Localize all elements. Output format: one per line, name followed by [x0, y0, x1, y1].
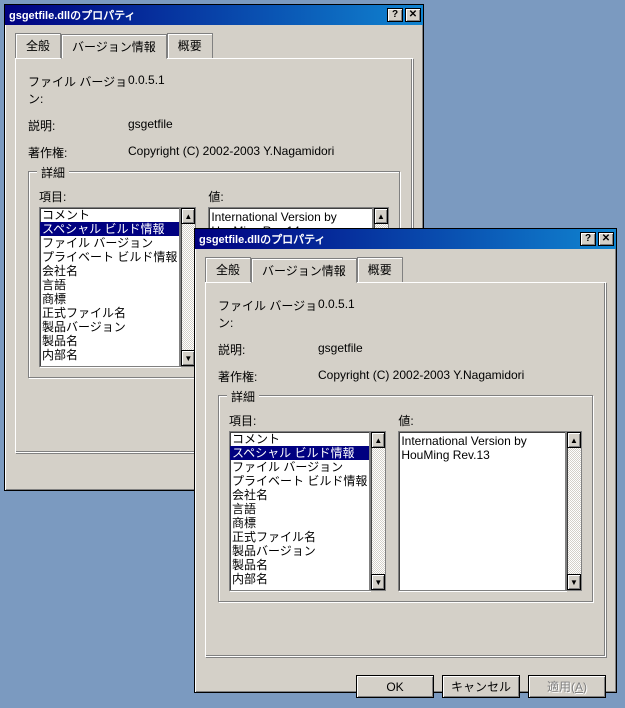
- list-item[interactable]: 商標: [230, 516, 369, 530]
- listbox-scrollbar[interactable]: ▲ ▼: [370, 431, 386, 591]
- list-item[interactable]: コメント: [230, 432, 369, 446]
- list-item[interactable]: 言語: [230, 502, 369, 516]
- list-item[interactable]: 製品名: [230, 558, 369, 572]
- tabstrip: 全般 バージョン情報 概要: [15, 33, 413, 58]
- apply-button[interactable]: 適用(A): [528, 675, 606, 698]
- close-button[interactable]: ✕: [405, 8, 421, 22]
- list-item[interactable]: 内部名: [230, 572, 369, 586]
- tab-version[interactable]: バージョン情報: [61, 34, 167, 59]
- description-value: gsgetfile: [318, 341, 593, 358]
- items-listbox[interactable]: コメントスペシャル ビルド情報ファイル バージョンプライベート ビルド情報会社名…: [39, 207, 180, 367]
- scroll-up-icon[interactable]: ▲: [567, 432, 581, 448]
- tab-general[interactable]: 全般: [15, 33, 61, 58]
- tab-general[interactable]: 全般: [205, 257, 251, 282]
- tab-summary[interactable]: 概要: [357, 257, 403, 282]
- items-label: 項目:: [39, 188, 196, 205]
- value-label: 値:: [398, 412, 582, 429]
- window-title: gsgetfile.dllのプロパティ: [7, 7, 385, 23]
- list-item[interactable]: プライベート ビルド情報: [230, 474, 369, 488]
- list-item[interactable]: 会社名: [230, 488, 369, 502]
- list-item[interactable]: 言語: [40, 278, 179, 292]
- details-legend: 詳細: [37, 164, 69, 181]
- window-title: gsgetfile.dllのプロパティ: [197, 231, 578, 247]
- list-item[interactable]: スペシャル ビルド情報: [40, 222, 179, 236]
- titlebar[interactable]: gsgetfile.dllのプロパティ ? ✕: [195, 229, 616, 249]
- properties-dialog-front: gsgetfile.dllのプロパティ ? ✕ 全般 バージョン情報 概要 ファ…: [194, 228, 617, 693]
- list-item[interactable]: 商標: [40, 292, 179, 306]
- scroll-up-icon[interactable]: ▲: [371, 432, 385, 448]
- list-item[interactable]: スペシャル ビルド情報: [230, 446, 369, 460]
- value-textarea[interactable]: International Version by HouMing Rev.13: [398, 431, 566, 591]
- list-item[interactable]: プライベート ビルド情報: [40, 250, 179, 264]
- list-item[interactable]: 正式ファイル名: [230, 530, 369, 544]
- details-legend: 詳細: [227, 388, 259, 405]
- tab-version[interactable]: バージョン情報: [251, 258, 357, 283]
- list-item[interactable]: ファイル バージョン: [230, 460, 369, 474]
- list-item[interactable]: 正式ファイル名: [40, 306, 179, 320]
- file-version-label: ファイル バージョン:: [218, 297, 318, 331]
- ok-button[interactable]: OK: [356, 675, 434, 698]
- file-version-value: 0.0.5.1: [318, 297, 593, 331]
- titlebar[interactable]: gsgetfile.dllのプロパティ ? ✕: [5, 5, 423, 25]
- file-version-value: 0.0.5.1: [128, 73, 400, 107]
- tabstrip: 全般 バージョン情報 概要: [205, 257, 606, 282]
- copyright-value: Copyright (C) 2002-2003 Y.Nagamidori: [318, 368, 593, 385]
- list-item[interactable]: 内部名: [40, 348, 179, 362]
- tab-panel-version: ファイル バージョン: 0.0.5.1 説明: gsgetfile 著作権: C…: [205, 282, 606, 657]
- scroll-down-icon[interactable]: ▼: [567, 574, 581, 590]
- copyright-label: 著作権:: [28, 144, 128, 161]
- scroll-up-icon[interactable]: ▲: [181, 208, 195, 224]
- copyright-label: 著作権:: [218, 368, 318, 385]
- close-button[interactable]: ✕: [598, 232, 614, 246]
- list-item[interactable]: 製品バージョン: [40, 320, 179, 334]
- description-label: 説明:: [28, 117, 128, 134]
- dialog-buttons: OK キャンセル 適用(A): [195, 667, 616, 708]
- description-label: 説明:: [218, 341, 318, 358]
- description-value: gsgetfile: [128, 117, 400, 134]
- help-button[interactable]: ?: [387, 8, 403, 22]
- cancel-button[interactable]: キャンセル: [442, 675, 520, 698]
- details-fieldset: 詳細 項目: コメントスペシャル ビルド情報ファイル バージョンプライベート ビ…: [218, 395, 593, 602]
- value-label: 値:: [208, 188, 389, 205]
- help-button[interactable]: ?: [580, 232, 596, 246]
- value-scrollbar[interactable]: ▲ ▼: [566, 431, 582, 591]
- list-item[interactable]: 製品バージョン: [230, 544, 369, 558]
- list-item[interactable]: 会社名: [40, 264, 179, 278]
- scroll-up-icon[interactable]: ▲: [374, 208, 388, 224]
- scroll-down-icon[interactable]: ▼: [371, 574, 385, 590]
- copyright-value: Copyright (C) 2002-2003 Y.Nagamidori: [128, 144, 400, 161]
- list-item[interactable]: ファイル バージョン: [40, 236, 179, 250]
- tab-summary[interactable]: 概要: [167, 33, 213, 58]
- items-listbox[interactable]: コメントスペシャル ビルド情報ファイル バージョンプライベート ビルド情報会社名…: [229, 431, 370, 591]
- list-item[interactable]: コメント: [40, 208, 179, 222]
- list-item[interactable]: 製品名: [40, 334, 179, 348]
- items-label: 項目:: [229, 412, 386, 429]
- file-version-label: ファイル バージョン:: [28, 73, 128, 107]
